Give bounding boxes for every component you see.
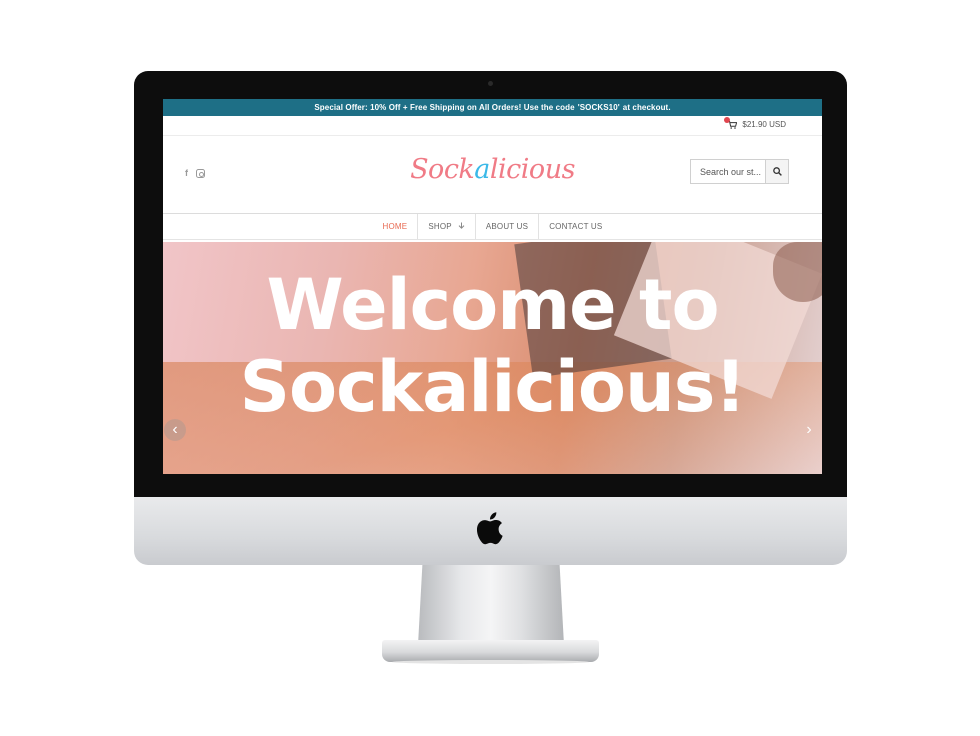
nav-shop[interactable]: SHOP bbox=[418, 214, 476, 239]
hero-heading-line1: Welcome to bbox=[266, 264, 719, 346]
nav-about-label: ABOUT US bbox=[485, 222, 529, 231]
nav-home[interactable]: HOME bbox=[373, 214, 419, 239]
nav-home-label: HOME bbox=[382, 222, 408, 231]
chevron-right-icon: › bbox=[806, 421, 812, 438]
top-bar: $21.90 USD bbox=[163, 116, 822, 136]
apple-logo-icon bbox=[476, 510, 506, 546]
slider-next-button[interactable]: › bbox=[798, 419, 820, 441]
monitor-stand-neck bbox=[418, 565, 564, 645]
nav-contact-us[interactable]: CONTACT US bbox=[539, 214, 612, 239]
slider-prev-button[interactable]: ‹ bbox=[164, 419, 186, 441]
cart-total: $21.90 USD bbox=[742, 120, 786, 129]
arrow-down-icon bbox=[458, 222, 465, 231]
logo-text-start: Sock bbox=[410, 154, 475, 185]
main-nav: HOME SHOP ABOUT US CONTACT US bbox=[163, 214, 822, 240]
hero-slider: Welcome to Sockalicious! ‹ › bbox=[163, 242, 822, 474]
cart-count-badge bbox=[724, 116, 731, 123]
promo-code: 'SOCKS10' bbox=[577, 103, 620, 112]
search-input[interactable] bbox=[691, 160, 765, 183]
promo-bar: Special Offer: 10% Off + Free Shipping o… bbox=[163, 99, 822, 116]
nav-about-us[interactable]: ABOUT US bbox=[476, 214, 540, 239]
hero-heading-line2: Sockalicious! bbox=[239, 346, 747, 428]
chevron-left-icon: ‹ bbox=[172, 421, 178, 438]
camera-dot bbox=[488, 81, 493, 86]
logo-text-accent: a bbox=[474, 154, 490, 185]
search-form bbox=[690, 159, 789, 184]
monitor-stand-shadow bbox=[392, 660, 589, 664]
monitor-stand-base bbox=[382, 640, 599, 662]
monitor-mockup: Special Offer: 10% Off + Free Shipping o… bbox=[0, 0, 980, 736]
search-button[interactable] bbox=[765, 160, 788, 183]
hero-heading: Welcome to Sockalicious! bbox=[163, 264, 822, 428]
site-header: f Sockalicious bbox=[163, 136, 822, 214]
website-screen: Special Offer: 10% Off + Free Shipping o… bbox=[163, 99, 822, 474]
promo-text: Special Offer: 10% Off + Free Shipping o… bbox=[314, 103, 575, 112]
cart-link[interactable]: $21.90 USD bbox=[724, 116, 786, 129]
nav-contact-label: CONTACT US bbox=[549, 222, 603, 231]
promo-text-end: at checkout. bbox=[622, 103, 671, 112]
logo-text-end: licious bbox=[489, 154, 576, 185]
cart-icon bbox=[724, 116, 738, 129]
nav-shop-label: SHOP bbox=[428, 222, 452, 231]
search-icon bbox=[772, 163, 782, 181]
